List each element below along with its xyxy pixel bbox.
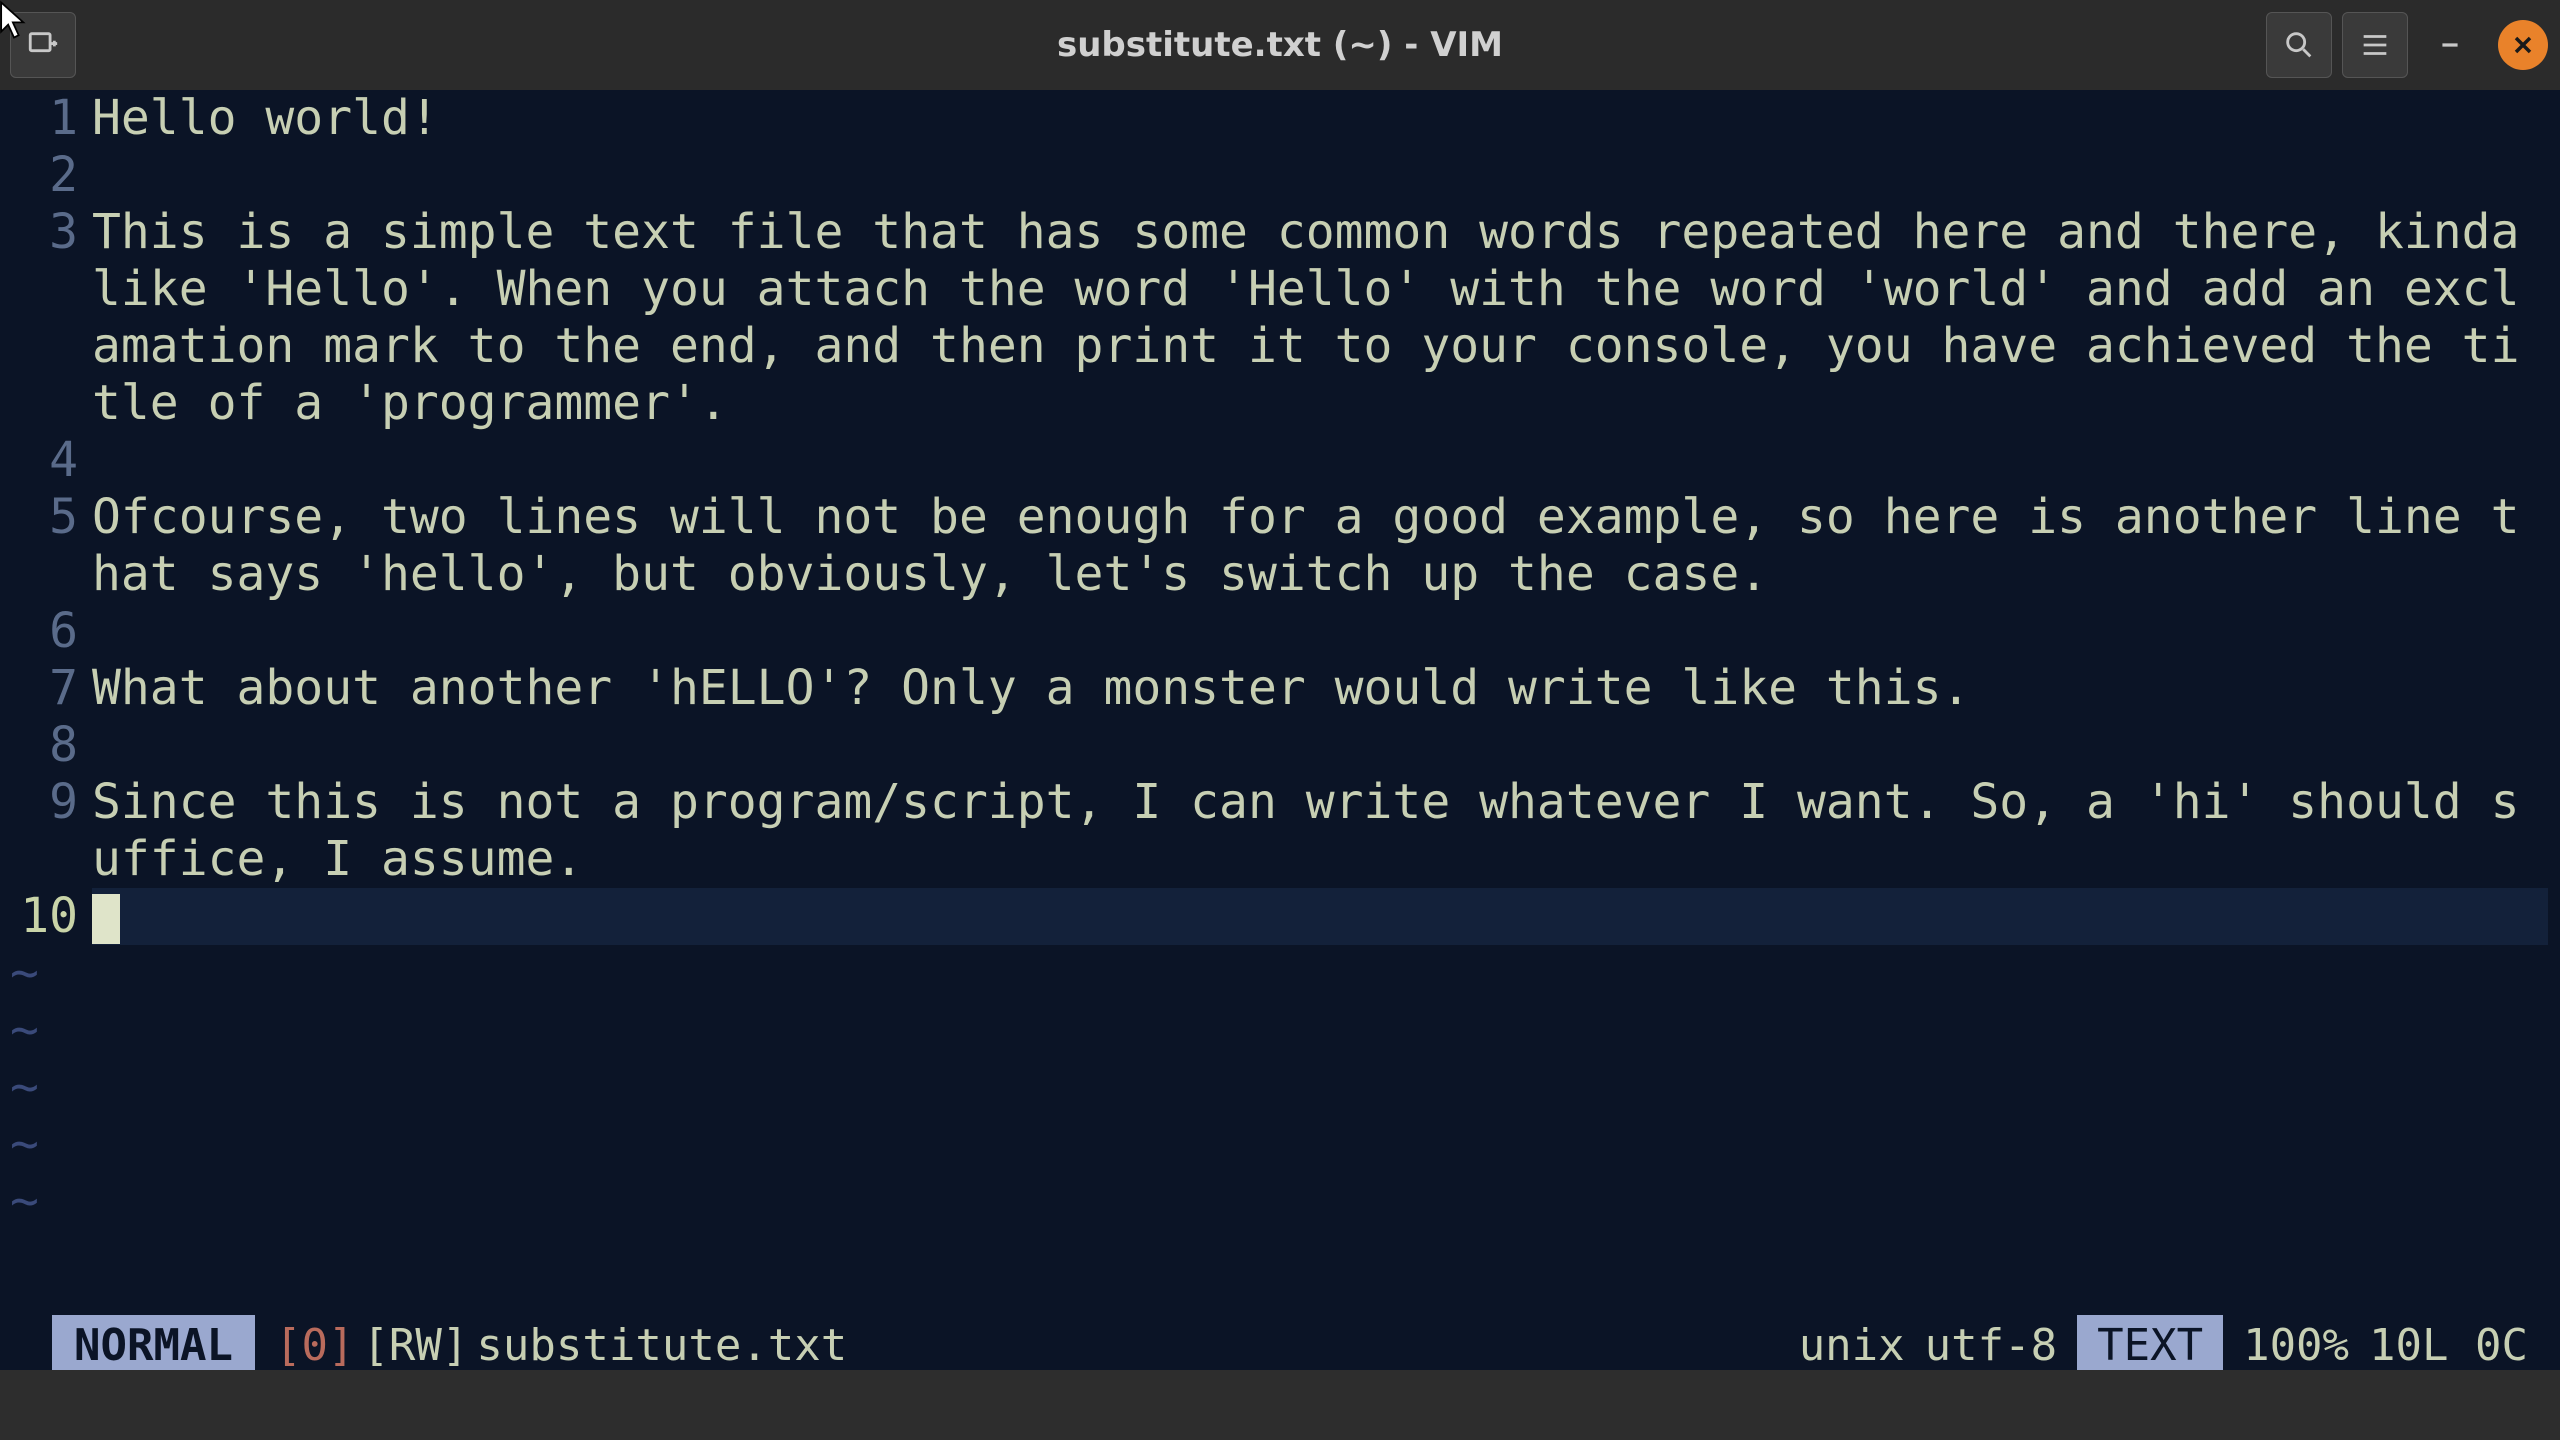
desktop-panel [0, 1370, 2560, 1440]
new-tab-button[interactable] [10, 12, 76, 78]
status-encoding: utf-8 [1925, 1320, 2057, 1371]
line-number: 7 [0, 660, 78, 717]
text-buffer[interactable]: Hello world! This is a simple text file t… [92, 90, 2560, 1315]
editor-line[interactable]: Hello world! [92, 90, 2548, 147]
hamburger-icon [2358, 28, 2392, 62]
status-percent: 100% [2243, 1320, 2349, 1371]
status-filename: substitute.txt [476, 1320, 847, 1371]
line-number-continuation [0, 831, 78, 888]
terminal-plus-icon [26, 28, 60, 62]
status-linecol: 10L 0C [2369, 1320, 2528, 1371]
line-number: 8 [0, 717, 78, 774]
editor-line[interactable] [92, 432, 2548, 489]
line-number: 3 [0, 204, 78, 261]
tilde-empty-line: ~ [10, 1002, 39, 1059]
status-buffer: [0] [275, 1320, 354, 1371]
line-number: 5 [0, 489, 78, 546]
editor-line[interactable]: This is a simple text file that has some… [92, 204, 2548, 432]
editor-line[interactable] [92, 603, 2548, 660]
line-number-continuation [0, 375, 78, 432]
search-button[interactable] [2266, 12, 2332, 78]
status-readwrite: [RW] [362, 1320, 468, 1371]
editor-line[interactable]: What about another 'hELLO'? Only a monst… [92, 660, 2548, 717]
editor-line[interactable] [92, 147, 2548, 204]
line-number-continuation [0, 318, 78, 375]
line-number-continuation [0, 261, 78, 318]
minimize-button[interactable] [2418, 13, 2482, 77]
tilde-empty-line: ~ [10, 945, 39, 1002]
editor-area[interactable]: 123 45 6789 10 Hello world! This is a simple… [0, 90, 2560, 1315]
status-filetype: TEXT [2077, 1315, 2223, 1375]
minimize-icon [2437, 32, 2463, 58]
titlebar-right [2266, 12, 2548, 78]
close-button[interactable] [2498, 20, 2548, 70]
tilde-empty-line: ~ [10, 1116, 39, 1173]
line-number: 10 [0, 888, 78, 945]
editor-line[interactable] [92, 888, 2548, 945]
tilde-empty-line: ~ [10, 1173, 39, 1230]
menu-button[interactable] [2342, 12, 2408, 78]
line-number: 4 [0, 432, 78, 489]
titlebar: substitute.txt (~) - VIM [0, 0, 2560, 90]
line-number-continuation [0, 546, 78, 603]
vim-window: substitute.txt (~) - VIM 123 45 6789 10 Hel… [0, 0, 2560, 1375]
window-title: substitute.txt (~) - VIM [0, 25, 2560, 65]
line-number: 2 [0, 147, 78, 204]
line-number: 1 [0, 90, 78, 147]
statusline: NORMAL [0] [RW] substitute.txt unix utf-… [0, 1315, 2560, 1375]
line-number: 9 [0, 774, 78, 831]
cursor [92, 894, 120, 944]
status-mode: NORMAL [52, 1315, 255, 1375]
editor-line[interactable]: Ofcourse, two lines will not be enough f… [92, 489, 2548, 603]
line-number: 6 [0, 603, 78, 660]
editor-line[interactable]: Since this is not a program/script, I ca… [92, 774, 2548, 888]
close-icon [2509, 31, 2537, 59]
editor-line[interactable] [92, 717, 2548, 774]
tilde-empty-line: ~ [10, 1059, 39, 1116]
status-fileformat: unix [1799, 1320, 1905, 1371]
search-icon [2282, 28, 2316, 62]
